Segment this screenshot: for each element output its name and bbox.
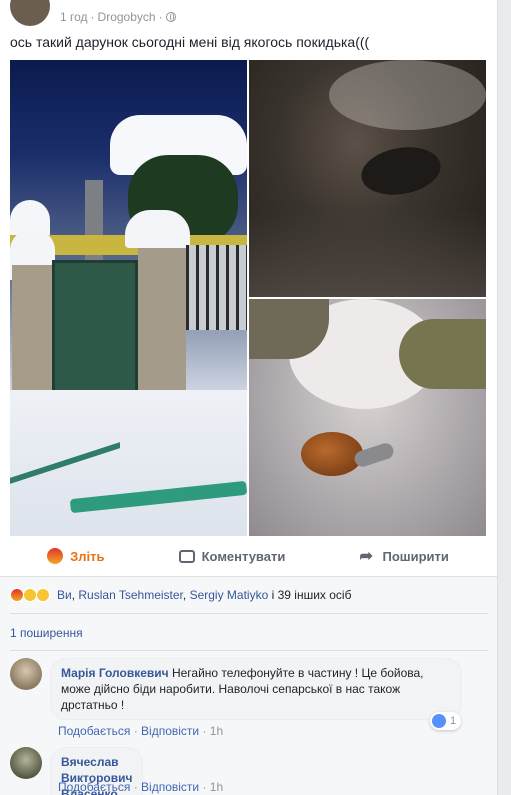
post-time[interactable]: 1 год	[60, 10, 88, 24]
share-button[interactable]: Поширити	[360, 546, 449, 566]
commenter-avatar[interactable]	[10, 747, 42, 779]
comment-like-link[interactable]: Подобається	[58, 724, 130, 738]
author-avatar[interactable]	[10, 0, 50, 26]
comment-like-link[interactable]: Подобається	[58, 780, 130, 794]
comment-author[interactable]: Марія Головкевич	[61, 666, 169, 680]
comment-icon	[178, 549, 195, 563]
commenter-avatar[interactable]	[10, 658, 42, 690]
comment-like-count[interactable]: 1	[430, 712, 462, 730]
globe-icon[interactable]	[165, 12, 176, 22]
post-photo-object-dark[interactable]	[249, 60, 486, 297]
post-text: ось такий дарунок сьогодні мені від яког…	[10, 34, 370, 50]
post-card: 1 год · Drogobych · ось такий дарунок сь…	[0, 0, 498, 795]
reactions-summary[interactable]: Ви, Ruslan Tsehmeister, Sergiy Matiyko і…	[10, 588, 351, 602]
post-meta: 1 год · Drogobych ·	[60, 10, 176, 24]
reactor-name-1[interactable]: Ruslan Tsehmeister	[78, 588, 183, 602]
post-photo-gate[interactable]	[10, 60, 247, 536]
comment-reply-link[interactable]: Відповісти	[141, 780, 199, 794]
angry-reaction-button[interactable]: Зліть	[47, 548, 104, 564]
post-actions-bar: Зліть Коментувати Поширити	[10, 544, 486, 568]
comment-time[interactable]: 1h	[210, 780, 223, 794]
wow-reaction-icon	[23, 588, 37, 602]
share-arrow-icon	[360, 546, 376, 566]
reactor-you[interactable]: Ви	[57, 588, 72, 602]
thumbs-up-icon	[432, 714, 446, 728]
divider	[10, 650, 488, 651]
reactors-others[interactable]: і 39 інших осіб	[272, 588, 352, 602]
sad-reaction-icon	[36, 588, 50, 602]
post-photo-object-snow[interactable]	[249, 299, 486, 536]
divider	[10, 613, 488, 614]
comment-bubble: Марія Головкевич Негайно телефонуйте в ч…	[50, 658, 462, 720]
comment-time[interactable]: 1h	[210, 724, 223, 738]
angry-reaction-icon	[10, 588, 24, 602]
comment-actions: Подобається · Відповісти · 1h	[58, 724, 224, 738]
scrollbar[interactable]	[498, 0, 511, 795]
post-location[interactable]: Drogobych	[98, 10, 156, 24]
comment-actions: Подобається · Відповісти · 1h	[58, 780, 224, 794]
comment-reply-link[interactable]: Відповісти	[141, 724, 199, 738]
angry-face-icon	[47, 548, 64, 564]
reactor-name-2[interactable]: Sergiy Matiyko	[190, 588, 269, 602]
shares-count-link[interactable]: 1 поширення	[10, 626, 83, 640]
comment-button[interactable]: Коментувати	[178, 549, 285, 564]
